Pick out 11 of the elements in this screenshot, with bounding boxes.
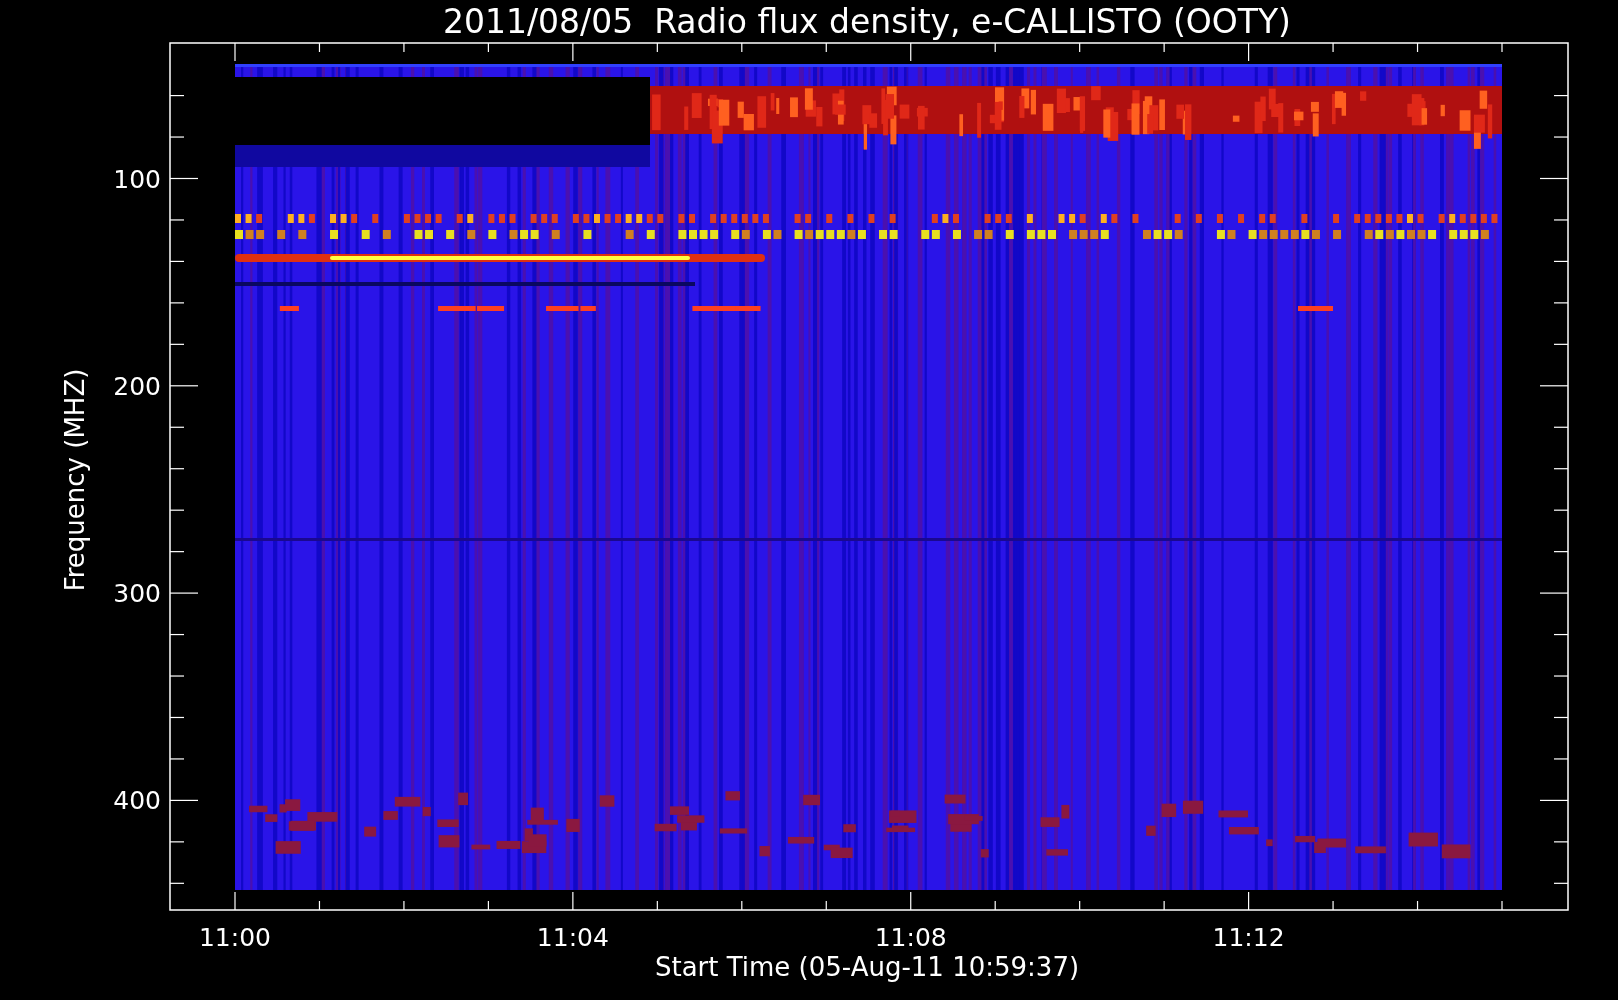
tick-label: 400 [113,786,161,816]
tick-label: 11:04 [536,923,609,952]
tick-label: 100 [113,164,161,194]
tick-label: 200 [113,371,161,401]
axis-title: Start Time (05-Aug-11 10:59:37) [654,952,1080,982]
chart-title: 2011/08/05 Radio flux density, e-CALLISTO (OOTY) [443,2,1291,41]
axis-title: Frequency (MHZ) [60,368,90,592]
tick-label: 11:00 [199,923,271,952]
tick-label: 300 [113,579,161,609]
tick-label: 11:08 [874,923,947,952]
tick-label: 11:12 [1212,923,1285,952]
